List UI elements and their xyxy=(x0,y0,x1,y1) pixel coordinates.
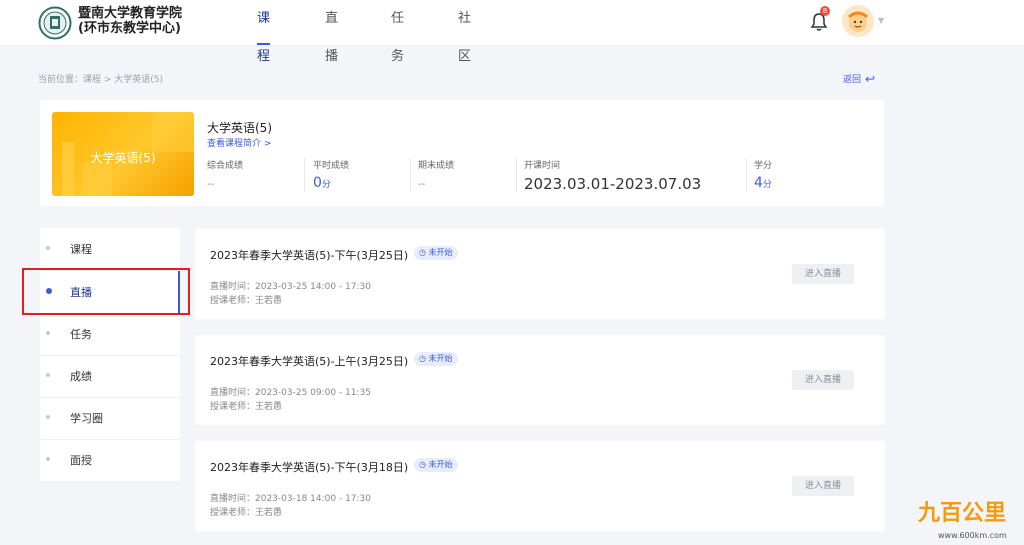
sidebar-item-course[interactable]: 课程 xyxy=(40,228,180,271)
live-teacher: 授课老师：王若愚 xyxy=(210,508,283,518)
divider xyxy=(304,158,305,192)
live-title: 2023年春季大学英语(5)-上午(3月25日) xyxy=(210,355,409,368)
notification-badge: 8 xyxy=(820,6,830,16)
status-badge: ◷ 未开始 xyxy=(414,352,458,366)
status-badge: ◷ 未开始 xyxy=(414,246,458,260)
stat-final: 期末成绩 -- xyxy=(418,158,508,194)
divider xyxy=(410,158,411,192)
enter-live-button[interactable]: 进入直播 xyxy=(792,476,854,496)
live-teacher: 授课老师：王若愚 xyxy=(210,296,283,306)
live-time: 直播时间：2023-03-25 14:00 - 17:30 xyxy=(210,282,372,292)
stat-number: 0 xyxy=(313,175,322,191)
brand-name-line1: 暨南大学教育学院 xyxy=(78,6,183,21)
nav-community[interactable]: 社区 xyxy=(458,0,471,64)
live-teacher: 授课老师：王若愚 xyxy=(210,402,283,412)
enter-live-button[interactable]: 进入直播 xyxy=(792,264,854,284)
stat-regular: 平时成绩 0分 xyxy=(313,158,403,194)
stat-unit: 分 xyxy=(762,180,772,190)
enter-live-button[interactable]: 进入直播 xyxy=(792,370,854,390)
course-intro-link[interactable]: 查看课程简介 > xyxy=(207,136,271,149)
brand-name-line2: (环市东教学中心) xyxy=(78,21,181,36)
stat-overall: 综合成绩 -- xyxy=(207,158,297,194)
cover-title: 大学英语(5) xyxy=(90,151,156,165)
sidebar-item-label: 学习圈 xyxy=(70,412,103,425)
status-badge: ◷ 未开始 xyxy=(414,458,458,472)
course-cover[interactable]: 大学英语(5) xyxy=(52,112,194,196)
bullet-icon xyxy=(46,457,50,461)
watermark-url: www.600km.com xyxy=(938,531,1007,540)
sidebar-item-task[interactable]: 任务 xyxy=(40,313,180,356)
live-title: 2023年春季大学英语(5)-下午(3月25日) xyxy=(210,249,409,262)
chevron-down-icon[interactable]: ▼ xyxy=(878,16,884,25)
live-time: 直播时间：2023-03-25 09:00 - 11:35 xyxy=(210,388,372,398)
sidebar-item-label: 课程 xyxy=(70,243,92,256)
status-text: 未开始 xyxy=(428,248,453,257)
stat-label: 开课时间 xyxy=(524,161,561,171)
nav-live[interactable]: 直播 xyxy=(325,0,338,64)
sidebar-item-study-circle[interactable]: 学习圈 xyxy=(40,397,180,440)
avatar-face-icon xyxy=(842,5,874,37)
stat-label: 学分 xyxy=(754,161,773,171)
sidebar-item-label: 成绩 xyxy=(70,370,92,383)
stat-value: -- xyxy=(207,179,215,190)
status-text: 未开始 xyxy=(428,460,453,469)
sidebar-item-label: 任务 xyxy=(70,328,92,341)
breadcrumb: 当前位置：课程 > 大学英语(5) xyxy=(38,75,164,85)
sidebar-item-grades[interactable]: 成绩 xyxy=(40,355,180,398)
bullet-icon xyxy=(46,331,50,335)
stat-period: 开课时间 2023.03.01-2023.07.03 xyxy=(524,158,734,194)
sidebar-item-label: 面授 xyxy=(70,454,92,467)
live-time: 直播时间：2023-03-18 14:00 - 17:30 xyxy=(210,494,372,504)
stat-value: 2023.03.01-2023.07.03 xyxy=(524,175,702,193)
stat-unit: 分 xyxy=(321,180,331,190)
stat-value: 4分 xyxy=(754,175,814,191)
university-logo-icon xyxy=(38,6,72,40)
course-info-card: 大学英语(5) 大学英语(5) 查看课程简介 > 综合成绩 -- 平时成绩 0分… xyxy=(40,100,884,206)
return-arrow-icon: ↩ xyxy=(865,72,876,86)
live-session-card[interactable]: 2023年春季大学英语(5)-下午(3月25日) ◷ 未开始 直播时间：2023… xyxy=(195,229,885,319)
status-text: 未开始 xyxy=(428,354,453,363)
stat-value: 0分 xyxy=(313,175,403,191)
avatar[interactable] xyxy=(842,5,874,37)
bullet-icon xyxy=(46,246,50,250)
course-sidebar: 课程 直播 任务 成绩 学习圈 面授 xyxy=(40,228,180,482)
live-title: 2023年春季大学英语(5)-下午(3月18日) xyxy=(210,461,409,474)
stat-label: 综合成绩 xyxy=(207,161,244,171)
watermark-logo: 九百公里 xyxy=(918,501,1007,526)
live-session-card[interactable]: 2023年春季大学英语(5)-下午(3月18日) ◷ 未开始 直播时间：2023… xyxy=(195,441,885,531)
stat-number: 4 xyxy=(754,175,763,191)
stat-label: 期末成绩 xyxy=(418,161,455,171)
nav-course[interactable]: 课程 xyxy=(257,0,271,64)
bullet-icon xyxy=(46,415,50,419)
divider xyxy=(746,158,747,192)
sidebar-item-face-to-face[interactable]: 面授 xyxy=(40,439,180,482)
live-session-card[interactable]: 2023年春季大学英语(5)-上午(3月25日) ◷ 未开始 直播时间：2023… xyxy=(195,335,885,425)
bullet-icon xyxy=(46,373,50,377)
highlight-box xyxy=(22,268,190,315)
back-link[interactable]: 返回 ↩ xyxy=(843,72,875,86)
stat-label: 平时成绩 xyxy=(313,161,350,171)
top-header: 暨南大学教育学院 (环市东教学中心) 课程 直播 任务 社区 8 ▼ xyxy=(0,0,1024,64)
stat-value: -- xyxy=(418,179,426,190)
back-label: 返回 xyxy=(843,75,862,85)
nav-task[interactable]: 任务 xyxy=(391,0,404,64)
brand-name[interactable]: 暨南大学教育学院 (环市东教学中心) xyxy=(78,6,182,36)
course-name: 大学英语(5) xyxy=(207,121,272,135)
stat-credit: 学分 4分 xyxy=(754,158,814,194)
divider xyxy=(516,158,517,192)
